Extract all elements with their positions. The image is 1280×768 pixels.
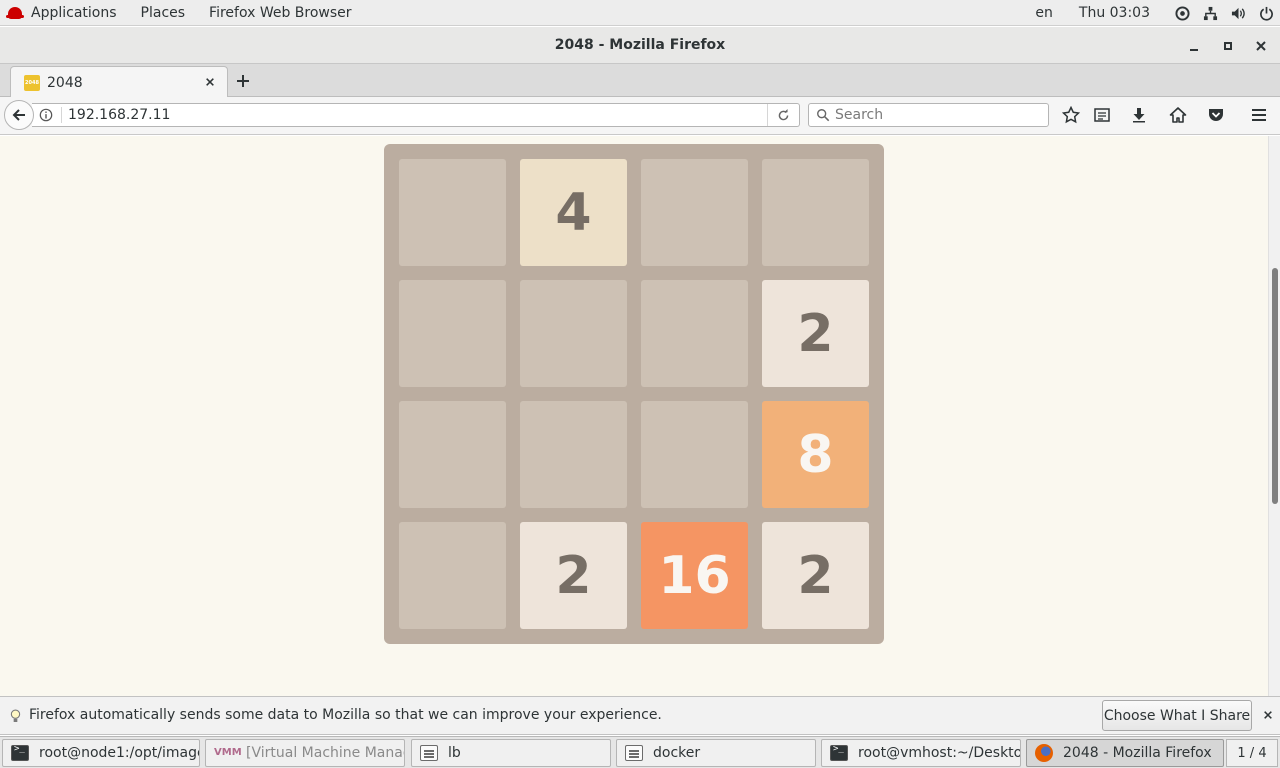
close-icon <box>206 78 214 86</box>
window-list-taskbar: root@node1:/opt/images VMM [Virtual Mach… <box>0 736 1280 768</box>
applications-menu-label: Applications <box>31 4 117 21</box>
tab-close-button[interactable] <box>203 75 217 89</box>
tab-2048[interactable]: 2048 2048 <box>10 66 228 98</box>
notification-close-button[interactable] <box>1261 708 1275 722</box>
reload-button[interactable] <box>767 104 799 126</box>
search-bar[interactable] <box>808 103 1049 127</box>
pocket-icon <box>1209 109 1223 121</box>
accessibility-icon[interactable] <box>1173 4 1191 22</box>
taskbar-item-label: root@vmhost:~/Desktop/... <box>858 745 1020 761</box>
home-icon <box>1169 107 1187 123</box>
empty-cell <box>762 159 869 266</box>
url-text[interactable]: 192.168.27.11 <box>68 104 170 126</box>
gnome-top-bar: Applications Places Firefox Web Browser … <box>0 0 1280 26</box>
empty-cell <box>520 401 627 508</box>
bookmarks-menu-button[interactable] <box>1092 105 1112 125</box>
tab-label: 2048 <box>47 74 83 91</box>
back-button[interactable] <box>4 100 34 130</box>
lightbulb-icon <box>8 708 22 724</box>
taskbar-item-vmhost-terminal[interactable]: root@vmhost:~/Desktop/... <box>821 739 1021 767</box>
minimize-button[interactable] <box>1185 37 1203 55</box>
page-content: 4 2 8 2 16 2 <box>0 136 1268 696</box>
network-icon[interactable] <box>1201 4 1219 22</box>
window-titlebar: 2048 - Mozilla Firefox <box>0 27 1280 64</box>
url-bar[interactable]: 192.168.27.11 <box>32 103 800 127</box>
taskbar-item-label: lb <box>448 745 461 761</box>
game-board[interactable]: 4 2 8 2 16 2 <box>384 144 884 644</box>
empty-cell <box>399 280 506 387</box>
active-app-menu[interactable]: Firefox Web Browser <box>197 0 364 26</box>
taskbar-item-docker[interactable]: docker <box>616 739 816 767</box>
download-arrow-icon <box>1133 108 1145 123</box>
terminal-icon <box>830 744 848 761</box>
page-scrollbar[interactable] <box>1268 136 1280 696</box>
choose-what-i-share-button[interactable]: Choose What I Share <box>1102 700 1252 731</box>
url-bar-separator <box>61 107 62 123</box>
site-info-icon[interactable] <box>38 107 54 123</box>
downloads-button[interactable] <box>1129 105 1149 125</box>
bookmarks-list-icon <box>1094 108 1110 122</box>
taskbar-item-label: docker <box>653 745 701 761</box>
taskbar-item-firefox[interactable]: 2048 - Mozilla Firefox <box>1026 739 1224 767</box>
tile-2: 2 <box>762 280 869 387</box>
taskbar-item-lb[interactable]: lb <box>411 739 611 767</box>
taskbar-item-label: [Virtual Machine Manager] <box>246 745 404 761</box>
bookmark-star-button[interactable] <box>1061 105 1081 125</box>
arrow-left-icon <box>12 109 25 121</box>
open-menu-button[interactable] <box>1249 105 1269 125</box>
tab-strip: 2048 2048 <box>0 64 1280 98</box>
window-icon <box>420 745 438 761</box>
taskbar-item-node1-terminal[interactable]: root@node1:/opt/images <box>2 739 200 767</box>
new-tab-button[interactable] <box>234 72 252 90</box>
empty-cell <box>520 280 627 387</box>
empty-cell <box>399 159 506 266</box>
tile-2: 2 <box>762 522 869 629</box>
minimize-icon <box>1190 49 1198 51</box>
notification-message: Firefox automatically sends some data to… <box>29 707 662 723</box>
clock[interactable]: Thu 03:03 <box>1065 5 1168 21</box>
search-icon <box>815 107 831 123</box>
home-button[interactable] <box>1168 105 1188 125</box>
workspace-indicator[interactable]: 1 / 4 <box>1226 739 1278 767</box>
empty-cell <box>641 159 748 266</box>
navigation-toolbar: 192.168.27.11 <box>0 97 1280 135</box>
search-input[interactable] <box>835 105 1040 125</box>
tab-favicon-icon: 2048 <box>24 74 40 91</box>
power-icon[interactable] <box>1257 4 1275 22</box>
close-window-button[interactable] <box>1252 37 1270 55</box>
tile-4: 4 <box>520 159 627 266</box>
tile-8: 8 <box>762 401 869 508</box>
hamburger-menu-icon <box>1252 109 1266 121</box>
star-icon <box>1062 106 1080 124</box>
scrollbar-thumb[interactable] <box>1272 268 1278 504</box>
pocket-button[interactable] <box>1206 105 1226 125</box>
window-icon <box>625 745 643 761</box>
taskbar-item-label: 2048 - Mozilla Firefox <box>1063 745 1212 761</box>
taskbar-item-label: root@node1:/opt/images <box>39 745 200 761</box>
tile-2: 2 <box>520 522 627 629</box>
keyboard-language-indicator[interactable]: en <box>1023 5 1065 21</box>
redhat-logo-icon <box>6 6 24 19</box>
empty-cell <box>641 401 748 508</box>
applications-menu[interactable]: Applications <box>0 0 129 26</box>
terminal-icon <box>11 744 29 761</box>
window-title: 2048 - Mozilla Firefox <box>554 37 726 53</box>
vmm-icon: VMM <box>214 747 242 758</box>
plus-icon <box>237 75 249 87</box>
volume-icon[interactable] <box>1229 4 1247 22</box>
empty-cell <box>399 522 506 629</box>
empty-cell <box>641 280 748 387</box>
data-collection-notification: Firefox automatically sends some data to… <box>0 696 1280 735</box>
tile-16: 16 <box>641 522 748 629</box>
close-icon <box>1264 711 1272 719</box>
maximize-icon <box>1224 42 1232 50</box>
taskbar-item-virtual-machine-manager[interactable]: VMM [Virtual Machine Manager] <box>205 739 405 767</box>
maximize-button[interactable] <box>1219 37 1237 55</box>
firefox-icon <box>1035 744 1053 762</box>
close-icon <box>1256 41 1266 51</box>
empty-cell <box>399 401 506 508</box>
reload-icon <box>778 108 789 120</box>
places-menu[interactable]: Places <box>129 0 198 26</box>
